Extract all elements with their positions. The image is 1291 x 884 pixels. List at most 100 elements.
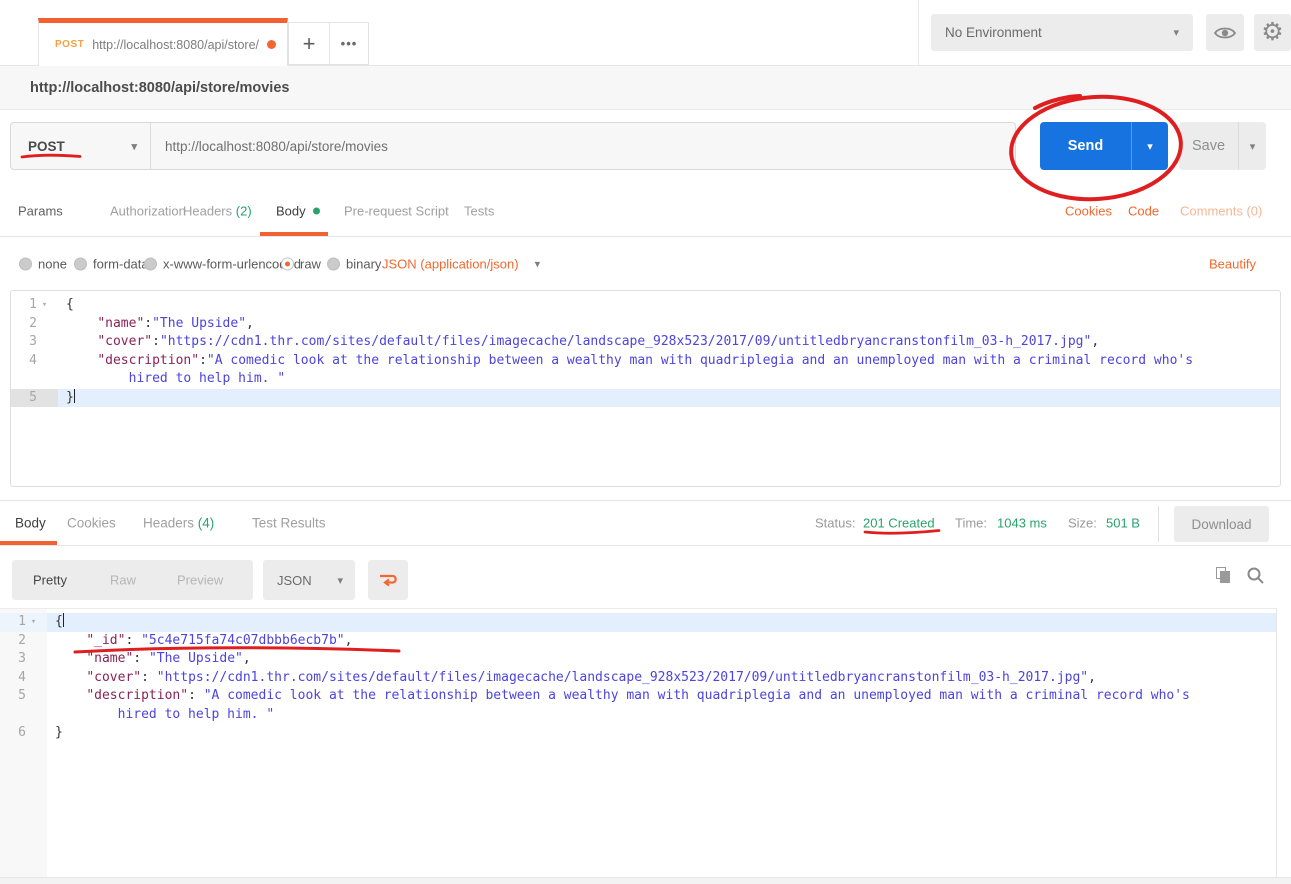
download-button[interactable]: Download — [1174, 506, 1269, 542]
fold-caret-icon — [26, 669, 41, 688]
line-number: 2 — [11, 315, 58, 334]
url-input[interactable]: http://localhost:8080/api/store/movies — [151, 123, 1015, 169]
code-line: 2 "name":"The Upside", — [11, 315, 1280, 334]
line-number: 3 — [0, 650, 47, 669]
code-line: 5 "description": "A comedic look at the … — [0, 687, 1276, 706]
radio-none[interactable]: none — [19, 256, 67, 271]
line-number: 1▾ — [11, 296, 58, 315]
beautify-link[interactable]: Beautify — [1209, 256, 1256, 271]
wrap-lines-button[interactable] — [368, 560, 408, 600]
text-cursor — [74, 389, 75, 403]
tab-pre-request-script[interactable]: Pre-request Script — [344, 204, 449, 219]
response-tab-cookies[interactable]: Cookies — [67, 516, 116, 531]
response-tab-headers[interactable]: Headers (4) — [143, 516, 214, 531]
header-divider — [918, 0, 919, 65]
fold-caret-icon — [26, 650, 41, 669]
tab-url-label: http://localhost:8080/api/store/ — [92, 38, 259, 52]
fold-caret-icon — [37, 370, 52, 389]
fold-caret-icon[interactable]: ▾ — [37, 296, 52, 315]
request-title: http://localhost:8080/api/store/movies — [30, 80, 289, 96]
line-number — [0, 706, 47, 725]
send-button[interactable]: Send ▾ — [1040, 122, 1168, 170]
request-body-editor[interactable]: 1▾{2 "name":"The Upside",3 "cover":"http… — [10, 290, 1281, 487]
view-pretty[interactable]: Pretty — [33, 573, 67, 588]
code-link[interactable]: Code — [1128, 204, 1159, 219]
code-line: hired to help him. " — [0, 706, 1276, 725]
bottom-scrollbar-track[interactable] — [0, 877, 1291, 884]
time-value: 1043 ms — [997, 516, 1047, 531]
content-type-dropdown[interactable]: JSON (application/json)▾ — [382, 256, 540, 271]
url-builder: POST ▾ http://localhost:8080/api/store/m… — [10, 122, 1016, 170]
fold-caret-icon — [26, 687, 41, 706]
line-number: 2 — [0, 632, 47, 651]
copy-response-button[interactable] — [1216, 567, 1233, 586]
status-value: 201 Created — [863, 516, 935, 531]
response-view-controls: Pretty Raw Preview JSON ▾ — [0, 546, 1291, 608]
fold-caret-icon — [26, 632, 41, 651]
code-line: 6} — [0, 724, 1276, 743]
tab-params[interactable]: Params — [18, 204, 63, 219]
view-mode-group: Pretty Raw Preview — [12, 560, 253, 600]
wrap-lines-icon — [377, 570, 399, 590]
request-tab[interactable]: POST http://localhost:8080/api/store/ — [38, 18, 288, 66]
radio-form-data[interactable]: form-data — [74, 256, 149, 271]
active-tab-underline — [260, 232, 328, 236]
line-number: 5 — [11, 389, 58, 408]
line-number: 1▾ — [0, 613, 47, 632]
radio-x-www-form-urlencoded[interactable]: x-www-form-urlencoded — [144, 256, 301, 271]
size-value: 501 B — [1106, 516, 1140, 531]
unsaved-dot-icon — [267, 40, 276, 49]
body-dot-icon — [313, 208, 320, 215]
line-number — [11, 370, 58, 389]
settings-button[interactable]: ⚙ — [1254, 14, 1291, 51]
url-value: http://localhost:8080/api/store/movies — [165, 139, 388, 154]
radio-binary[interactable]: binary — [327, 256, 381, 271]
time-label: Time: — [955, 516, 987, 531]
response-tab-body[interactable]: Body — [15, 516, 46, 531]
new-tab-button[interactable]: + — [288, 22, 330, 65]
more-tabs-button[interactable]: ••• — [329, 22, 369, 65]
view-preview[interactable]: Preview — [177, 573, 223, 588]
fold-caret-icon — [37, 333, 52, 352]
active-response-tab-underline — [0, 541, 57, 545]
save-options-caret[interactable]: ▾ — [1238, 122, 1266, 170]
postman-app: POST http://localhost:8080/api/store/ + … — [0, 0, 1291, 884]
response-format-dropdown[interactable]: JSON ▾ — [263, 560, 355, 600]
code-line: 1▾{ — [11, 296, 1280, 315]
response-body-editor[interactable]: 1▾{2 "_id": "5c4e715fa74c07dbbb6ecb7b",3… — [0, 608, 1277, 877]
divider — [1158, 506, 1159, 542]
radio-raw[interactable]: raw — [281, 256, 321, 271]
line-number: 3 — [11, 333, 58, 352]
gear-icon: ⚙ — [1261, 20, 1283, 45]
request-tabs: Params Authorization Headers (2) Body Pr… — [0, 186, 1291, 237]
code-line: 5} — [11, 389, 1280, 408]
view-raw[interactable]: Raw — [110, 573, 136, 588]
search-button[interactable] — [1246, 566, 1266, 586]
environment-label: No Environment — [945, 25, 1042, 40]
fold-caret-icon — [37, 352, 52, 371]
response-headers-count: (4) — [198, 516, 215, 531]
radio-icon — [74, 257, 87, 270]
chevron-down-icon: ▾ — [535, 257, 541, 270]
fold-caret-icon — [26, 724, 41, 743]
code-line: 2 "_id": "5c4e715fa74c07dbbb6ecb7b", — [0, 632, 1276, 651]
cookies-link[interactable]: Cookies — [1065, 204, 1112, 219]
tab-tests[interactable]: Tests — [464, 204, 494, 219]
tab-body[interactable]: Body — [276, 204, 320, 219]
fold-caret-icon[interactable]: ▾ — [26, 613, 41, 632]
comments-link[interactable]: Comments (0) — [1180, 204, 1262, 219]
tab-headers[interactable]: Headers (2) — [183, 204, 252, 219]
code-line: 4 "cover": "https://cdn1.thr.com/sites/d… — [0, 669, 1276, 688]
line-number: 4 — [11, 352, 58, 371]
tab-authorization[interactable]: Authorization — [110, 204, 186, 219]
method-label: POST — [28, 139, 65, 154]
fold-caret-icon — [37, 315, 52, 334]
chevron-down-icon: ▾ — [1147, 140, 1153, 153]
send-options-caret[interactable]: ▾ — [1131, 122, 1168, 170]
fold-caret-icon — [37, 389, 52, 408]
environment-select[interactable]: No Environment ▾ — [931, 14, 1193, 51]
save-button[interactable]: Save ▾ — [1179, 122, 1266, 170]
response-tab-test-results[interactable]: Test Results — [252, 516, 326, 531]
method-dropdown[interactable]: POST ▾ — [11, 123, 151, 169]
environment-preview-button[interactable] — [1206, 14, 1244, 51]
